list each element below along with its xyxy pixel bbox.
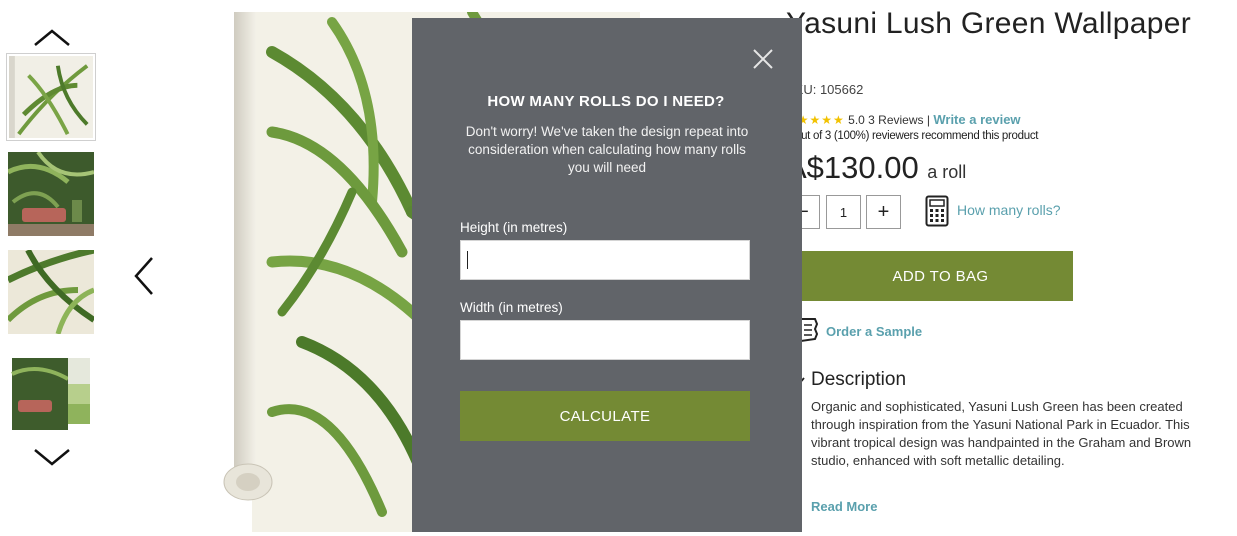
rolls-calculator-modal: HOW MANY ROLLS DO I NEED? Don't worry! W… <box>412 18 802 532</box>
recommend-text: 3 out of 3 (100%) reviewers recommend th… <box>786 130 1039 142</box>
rating-separator: | <box>926 113 930 127</box>
write-review-link[interactable]: Write a review <box>933 112 1020 127</box>
price-row: A$130.00 a roll <box>786 150 966 186</box>
add-to-bag-button[interactable]: ADD TO BAG <box>786 251 1073 301</box>
quantity-input[interactable]: 1 <box>826 195 861 229</box>
thumbnail-room[interactable] <box>8 152 94 236</box>
description-heading[interactable]: Description <box>811 369 906 391</box>
product-price: A$130.00 <box>786 150 919 185</box>
close-icon[interactable] <box>752 48 774 70</box>
read-more-link[interactable]: Read More <box>811 499 877 514</box>
reviews-count[interactable]: 3 Reviews <box>868 113 923 127</box>
price-unit: a roll <box>927 162 967 182</box>
modal-title: HOW MANY ROLLS DO I NEED? <box>487 93 725 110</box>
width-label: Width (in metres) <box>460 300 563 315</box>
thumbnail-swatch[interactable] <box>8 354 94 438</box>
thumbnail-roll[interactable] <box>6 53 96 141</box>
gallery-prev-icon[interactable] <box>132 255 156 297</box>
order-sample-link[interactable]: Order a Sample <box>826 324 922 339</box>
rating-value: 5.0 <box>848 113 865 127</box>
rating-row: ★★★★★ 5.0 3 Reviews | Write a review <box>786 112 1021 127</box>
modal-description: Don't worry! We've taken the design repe… <box>465 124 749 175</box>
product-title: Yasuni Lush Green Wallpaper <box>786 7 1191 40</box>
how-many-rolls-link[interactable]: How many rolls? <box>957 202 1060 218</box>
width-input[interactable] <box>460 320 750 360</box>
calculator-icon[interactable] <box>925 195 949 227</box>
text-caret <box>467 251 468 269</box>
thumbnails-down-arrow-icon[interactable] <box>32 445 72 467</box>
quantity-increase-button[interactable]: + <box>866 195 901 229</box>
calculate-button[interactable]: CALCULATE <box>460 391 750 441</box>
thumbnails-up-arrow-icon[interactable] <box>32 28 72 50</box>
thumbnail-closeup[interactable] <box>8 250 94 334</box>
height-label: Height (in metres) <box>460 220 568 235</box>
description-text: Organic and sophisticated, Yasuni Lush G… <box>811 399 1192 468</box>
height-input[interactable] <box>460 240 750 280</box>
